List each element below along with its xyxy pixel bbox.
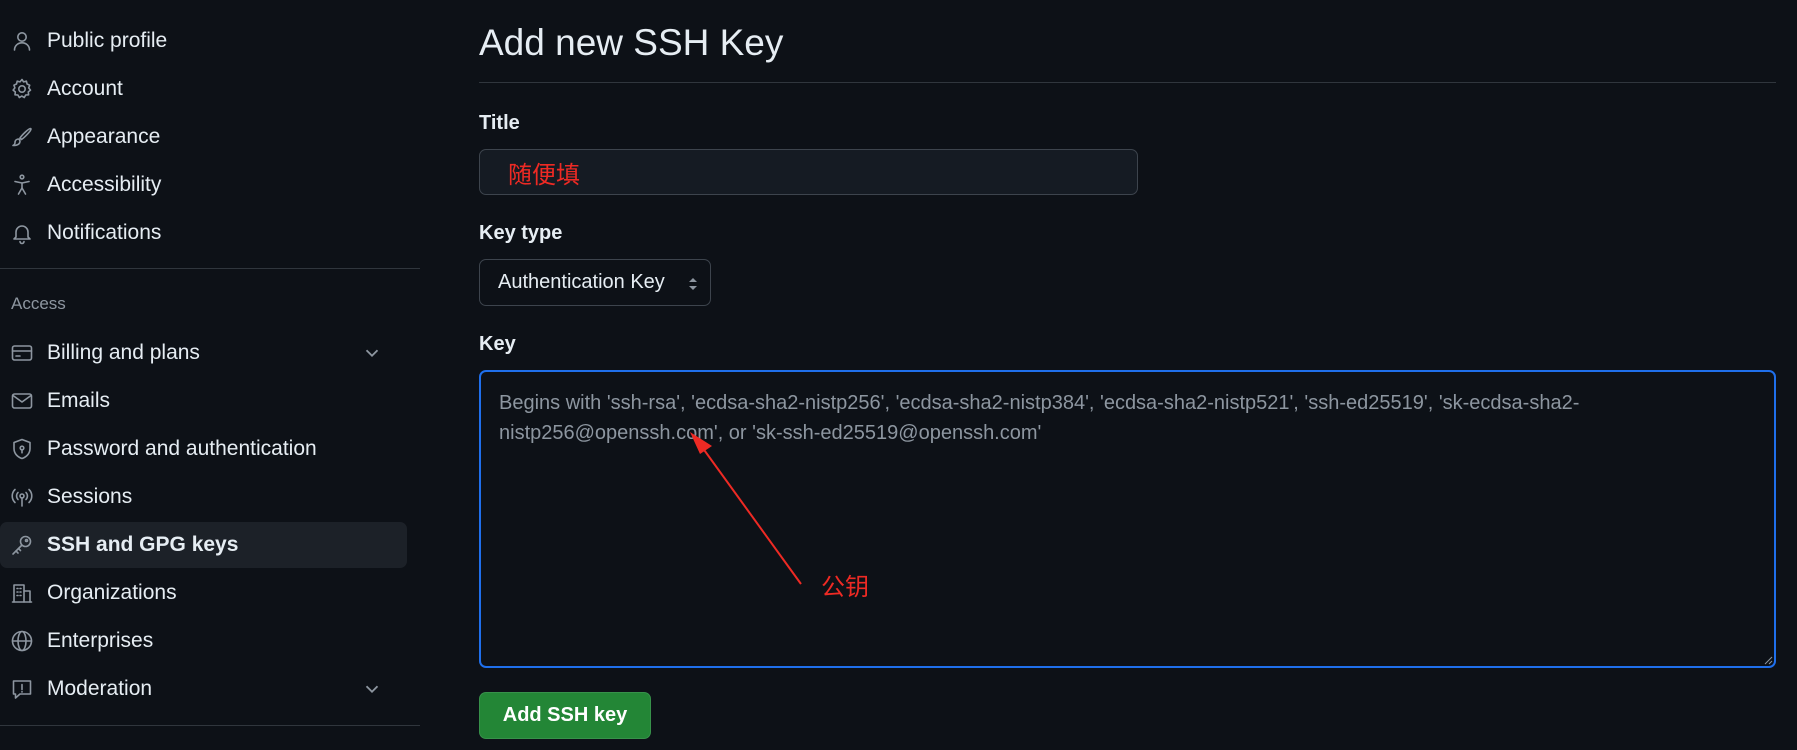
- key-icon: [10, 533, 34, 557]
- sidebar-item-moderation[interactable]: Moderation: [0, 666, 407, 712]
- sidebar-divider: [0, 725, 420, 726]
- sidebar-item-account[interactable]: Account: [0, 66, 407, 112]
- key-type-selected-value: Authentication Key: [498, 271, 665, 293]
- sidebar-item-label: Sessions: [47, 485, 133, 508]
- sidebar-divider: [0, 268, 420, 269]
- resize-grip-icon[interactable]: [1764, 656, 1773, 665]
- paintbrush-icon: [10, 125, 34, 149]
- accessibility-icon: [10, 173, 34, 197]
- sidebar-item-public-profile[interactable]: Public profile: [0, 18, 407, 64]
- sidebar-item-emails[interactable]: Emails: [0, 378, 407, 424]
- broadcast-icon: [10, 485, 34, 509]
- key-type-select[interactable]: Authentication Key: [479, 259, 711, 306]
- title-field-label: Title: [479, 112, 520, 134]
- sidebar-item-enterprises[interactable]: Enterprises: [0, 618, 407, 664]
- bell-icon: [10, 221, 34, 245]
- key-type-field-label: Key type: [479, 222, 563, 244]
- sidebar-item-notifications[interactable]: Notifications: [0, 210, 407, 256]
- title-input[interactable]: [479, 149, 1138, 195]
- sidebar-item-sessions[interactable]: Sessions: [0, 474, 407, 520]
- sidebar-item-label: Appearance: [47, 125, 161, 148]
- sidebar-item-label: Public profile: [47, 29, 168, 52]
- mail-icon: [10, 389, 34, 413]
- chevron-down-icon[interactable]: [361, 342, 383, 364]
- title-divider: [479, 82, 1776, 83]
- sidebar-item-label: Moderation: [47, 677, 153, 700]
- sidebar-item-accessibility[interactable]: Accessibility: [0, 162, 407, 208]
- sidebar-item-label: Billing and plans: [47, 341, 200, 364]
- sidebar-item-label: Organizations: [47, 581, 177, 604]
- credit-card-icon: [10, 341, 34, 365]
- key-field-label: Key: [479, 333, 516, 355]
- main-content: Add new SSH Key Title Key type Authentic…: [479, 0, 1776, 750]
- sidebar-item-label: Account: [47, 77, 123, 100]
- sidebar-item-organizations[interactable]: Organizations: [0, 570, 407, 616]
- add-ssh-key-button[interactable]: Add SSH key: [479, 692, 651, 739]
- sidebar-item-label: Password and authentication: [47, 437, 317, 460]
- sidebar-item-label: Enterprises: [47, 629, 154, 652]
- gear-icon: [10, 77, 34, 101]
- sidebar-section-heading: Access: [11, 294, 66, 313]
- report-icon: [10, 677, 34, 701]
- person-icon: [10, 29, 34, 53]
- organization-icon: [10, 581, 34, 605]
- page-title: Add new SSH Key: [479, 22, 784, 63]
- settings-sidebar: Public profile Account Appearance Access…: [0, 0, 420, 750]
- sidebar-item-label: SSH and GPG keys: [47, 533, 239, 556]
- chevron-down-icon[interactable]: [361, 678, 383, 700]
- globe-icon: [10, 629, 34, 653]
- sidebar-item-appearance[interactable]: Appearance: [0, 114, 407, 160]
- key-textarea[interactable]: [479, 370, 1776, 668]
- annotation-label: 公钥: [821, 573, 869, 601]
- select-updown-icon: [689, 278, 697, 290]
- shield-lock-icon: [10, 437, 34, 461]
- sidebar-item-ssh-gpg-keys[interactable]: SSH and GPG keys: [0, 522, 407, 568]
- sidebar-item-label: Emails: [47, 389, 111, 412]
- sidebar-item-password[interactable]: Password and authentication: [0, 426, 407, 472]
- sidebar-item-label: Notifications: [47, 221, 162, 244]
- sidebar-item-label: Accessibility: [47, 173, 162, 196]
- sidebar-item-billing[interactable]: Billing and plans: [0, 330, 407, 376]
